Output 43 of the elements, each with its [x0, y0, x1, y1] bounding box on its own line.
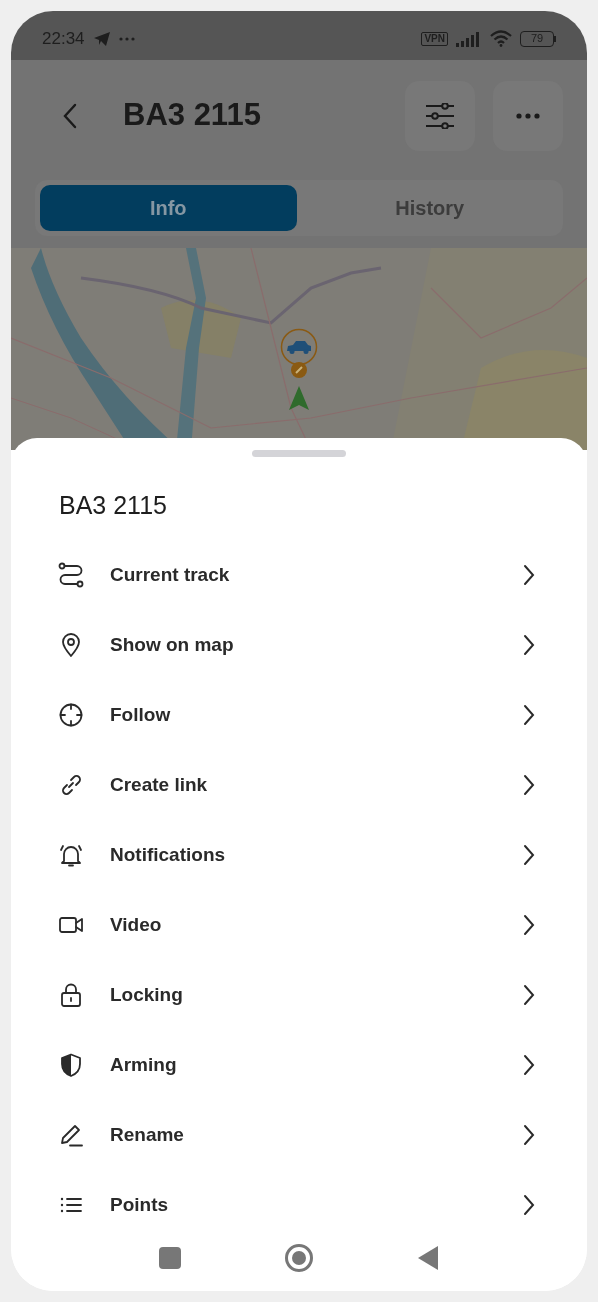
crosshair-icon	[58, 702, 84, 728]
padlock-icon	[58, 982, 84, 1008]
chevron-right-icon	[523, 1054, 535, 1076]
more-icon	[516, 112, 540, 119]
menu-item[interactable]: Follow	[11, 680, 587, 750]
sheet-title: BA3 2115	[59, 490, 168, 520]
more-icon	[118, 36, 135, 41]
chevron-right-icon	[523, 634, 535, 656]
back-nav-button[interactable]	[417, 1246, 439, 1270]
chevron-right-icon	[523, 914, 535, 936]
sliders-icon	[425, 102, 455, 129]
menu-item[interactable]: Create link	[11, 750, 587, 820]
signal-icon	[456, 30, 482, 47]
drag-handle[interactable]	[252, 450, 346, 457]
tab[interactable]: Info	[40, 185, 297, 231]
chevron-right-icon	[523, 564, 535, 586]
menu-item[interactable]: Current track	[11, 540, 587, 610]
vehicle-title: BA3 2115	[123, 96, 261, 135]
vpn-badge: VPN	[421, 31, 448, 46]
menu-item[interactable]: Locking	[11, 960, 587, 1030]
filter-button[interactable]	[405, 80, 475, 151]
menu-item[interactable]: Rename	[11, 1100, 587, 1170]
menu-item[interactable]: Notifications	[11, 820, 587, 890]
menu-item[interactable]: Video	[11, 890, 587, 960]
car-marker-icon	[280, 328, 318, 380]
chevron-right-icon	[523, 774, 535, 796]
chevron-right-icon	[523, 1124, 535, 1146]
paper-plane-icon	[92, 30, 111, 47]
menu-item[interactable]: Points	[11, 1170, 587, 1240]
route-icon	[58, 562, 84, 588]
shield-icon	[58, 1052, 84, 1078]
chevron-right-icon	[523, 984, 535, 1006]
navigation-arrow-icon	[289, 386, 309, 410]
wifi-icon	[490, 30, 512, 47]
menu-item[interactable]: Show on map	[11, 610, 587, 680]
chevron-right-icon	[523, 844, 535, 866]
pencil-icon	[58, 1122, 84, 1148]
home-button[interactable]	[285, 1244, 313, 1272]
chevron-right-icon	[523, 704, 535, 726]
recent-apps-button[interactable]	[159, 1247, 181, 1269]
bell-icon	[58, 842, 84, 868]
menu-item[interactable]: Arming	[11, 1030, 587, 1100]
chevron-right-icon	[523, 1194, 535, 1216]
